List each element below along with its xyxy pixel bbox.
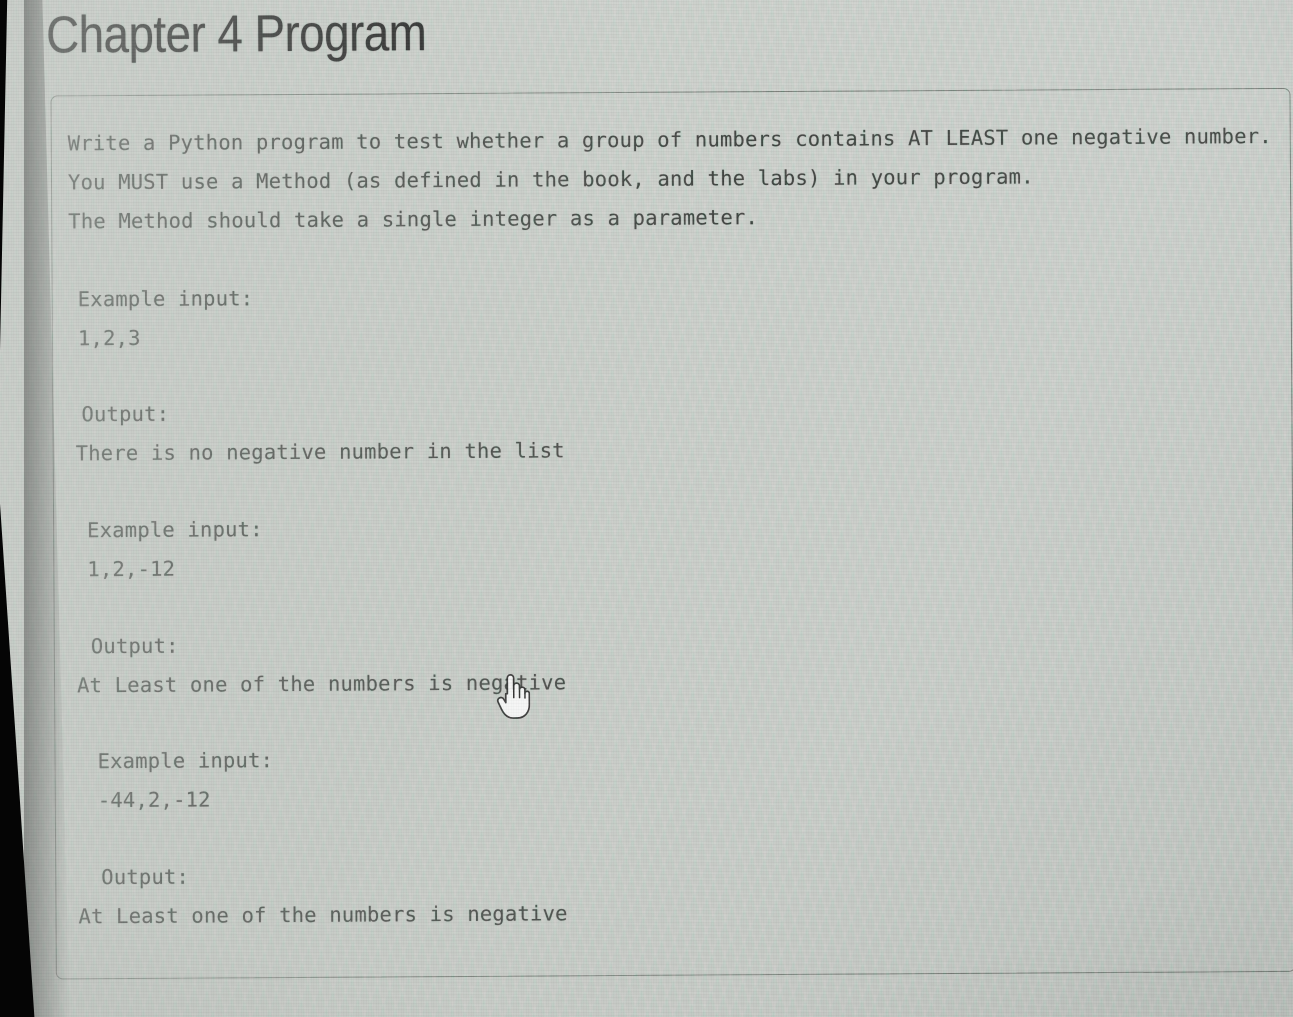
assignment-text: Write a Python program to test whether a… bbox=[68, 117, 1288, 936]
screen-photo: Chapter 4 Program Write a Python program… bbox=[0, 0, 1293, 1017]
content-layer: Chapter 4 Program Write a Python program… bbox=[0, 0, 1293, 1017]
instruction-line-1: Write a Python program to test whether a… bbox=[67, 124, 1272, 156]
example-3-output-value: At Least one of the numbers is negative bbox=[78, 901, 568, 929]
example-1-input-value: 1,2,3 bbox=[77, 325, 141, 351]
instruction-line-3: The Method should take a single integer … bbox=[68, 205, 759, 234]
example-3-input-value: -44,2,-12 bbox=[97, 787, 211, 813]
example-2-output-value: At Least one of the numbers is negative bbox=[77, 670, 567, 698]
example-2-input-value: 1,2,-12 bbox=[87, 556, 176, 582]
page-title: Chapter 4 Program bbox=[45, 4, 427, 65]
example-1-output-value: There is no negative number in the list bbox=[75, 438, 565, 466]
